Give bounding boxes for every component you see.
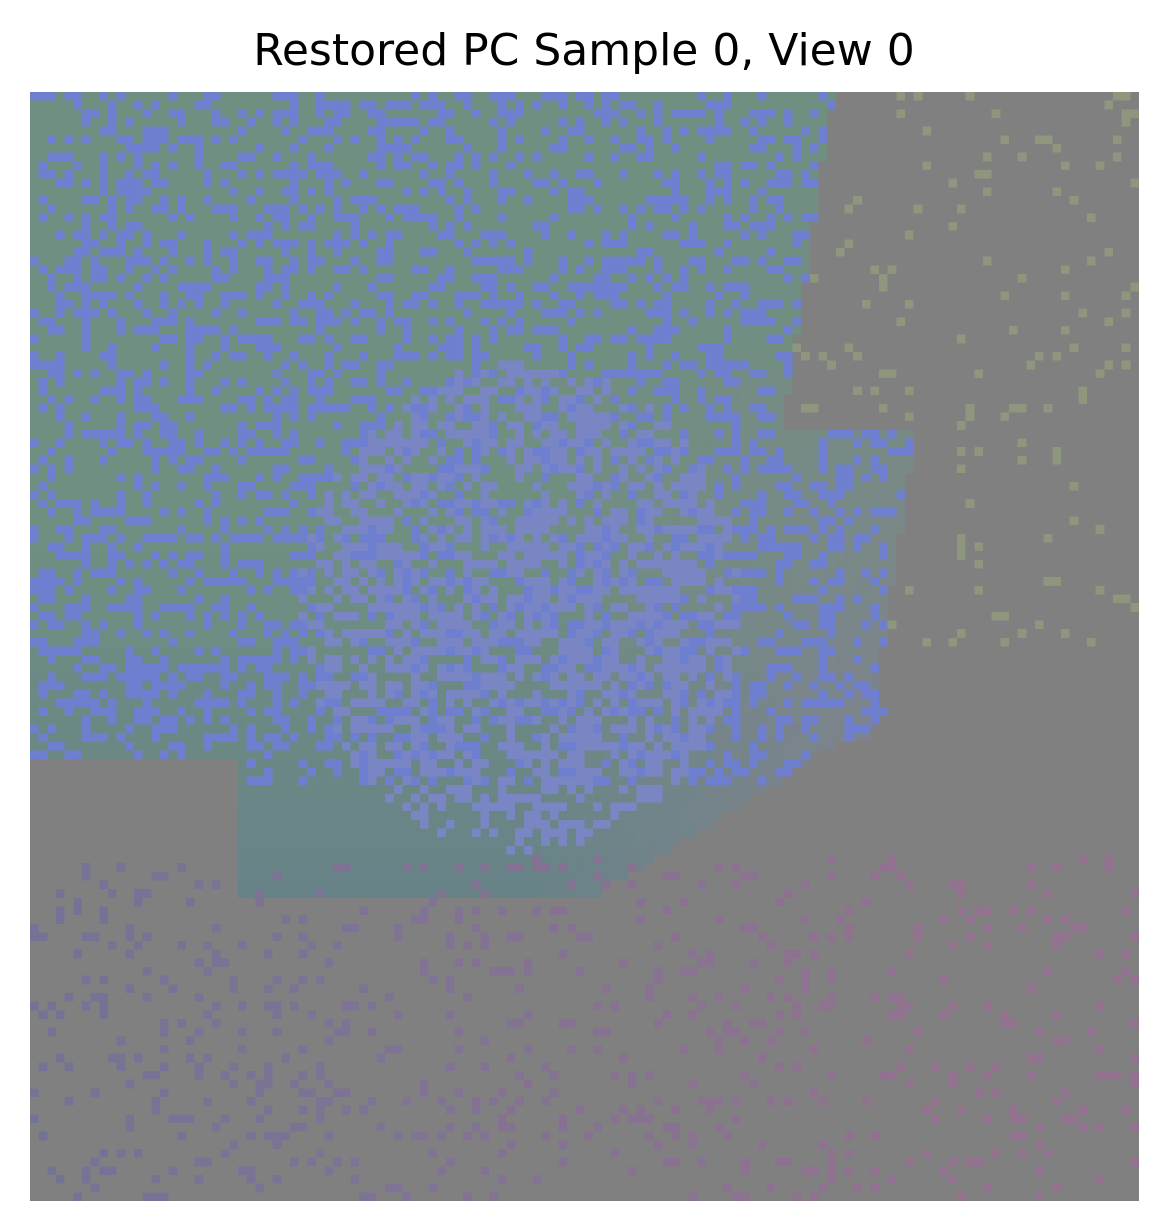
figure-title: Restored PC Sample 0, View 0	[253, 25, 915, 76]
image-area	[30, 92, 1139, 1201]
point-cloud-render	[30, 92, 1139, 1201]
